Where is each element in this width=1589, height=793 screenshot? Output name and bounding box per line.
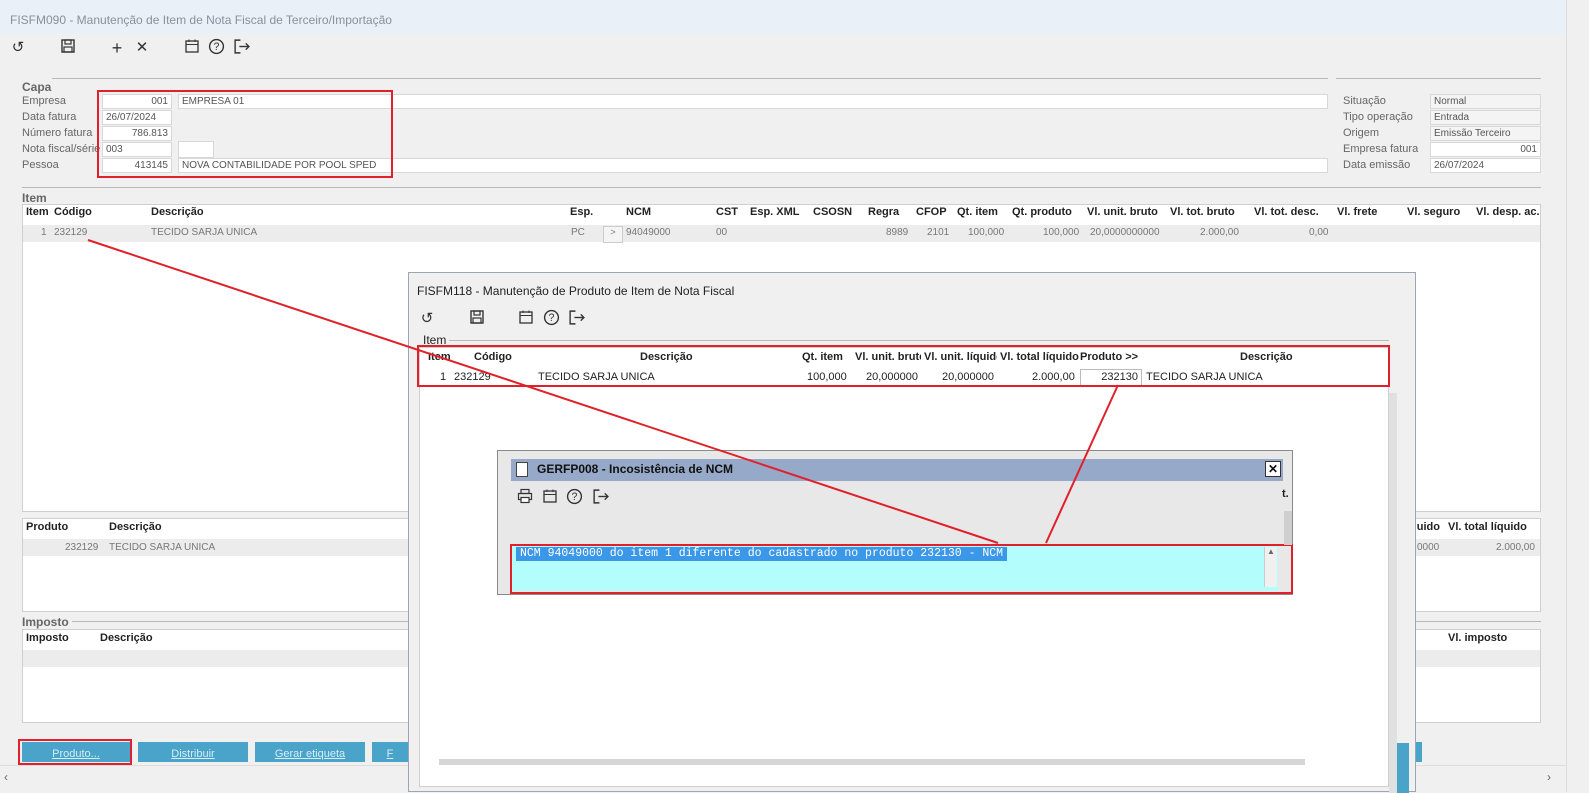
- annotation-lines: [87, 239, 1119, 544]
- annotation-line: [87, 239, 999, 544]
- annotation-line: [1045, 384, 1119, 544]
